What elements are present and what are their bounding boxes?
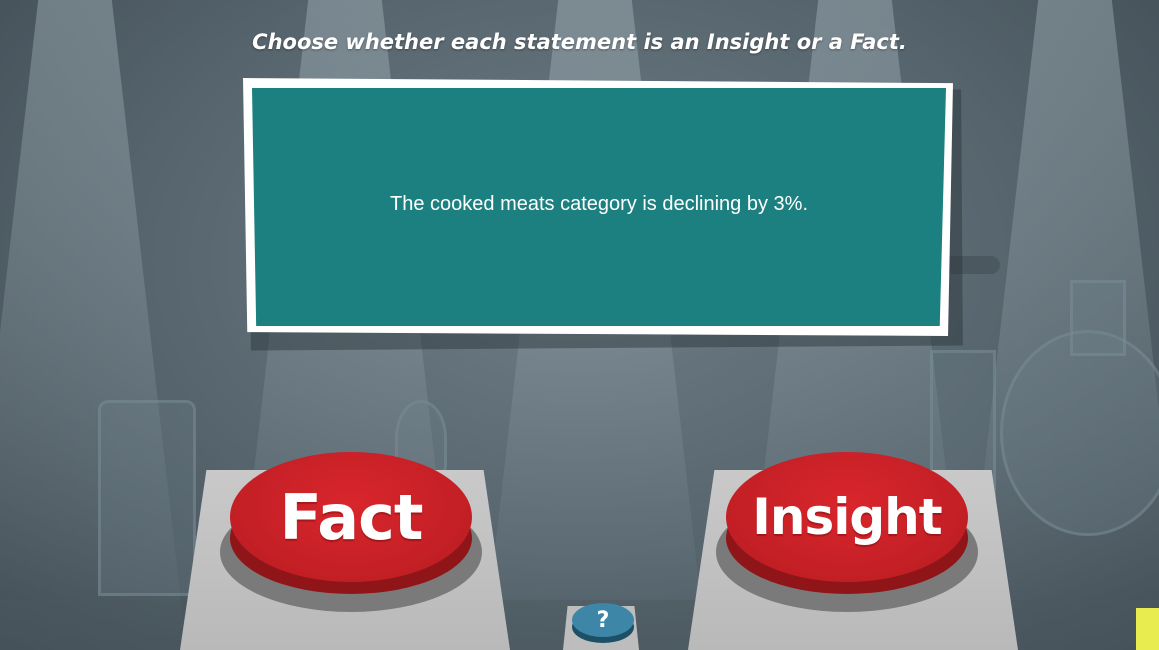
flask-neck-silhouette	[1070, 280, 1126, 356]
fact-button-label: Fact	[279, 480, 424, 554]
corner-tab[interactable]	[1136, 608, 1159, 650]
insight-button[interactable]: Insight	[716, 452, 978, 622]
fact-button[interactable]: Fact	[220, 452, 482, 622]
question-mark-icon[interactable]: ?	[572, 603, 634, 637]
insight-button-top[interactable]: Insight	[726, 452, 968, 582]
help-button[interactable]: ?	[572, 603, 634, 643]
beaker-silhouette	[98, 400, 196, 596]
statement-text: The cooked meats category is declining b…	[390, 192, 808, 215]
insight-button-label: Insight	[752, 488, 942, 546]
instruction-text: Choose whether each statement is an Insi…	[252, 30, 907, 54]
statement-card-inner: The cooked meats category is declining b…	[252, 88, 946, 326]
fact-button-top[interactable]: Fact	[230, 452, 472, 582]
